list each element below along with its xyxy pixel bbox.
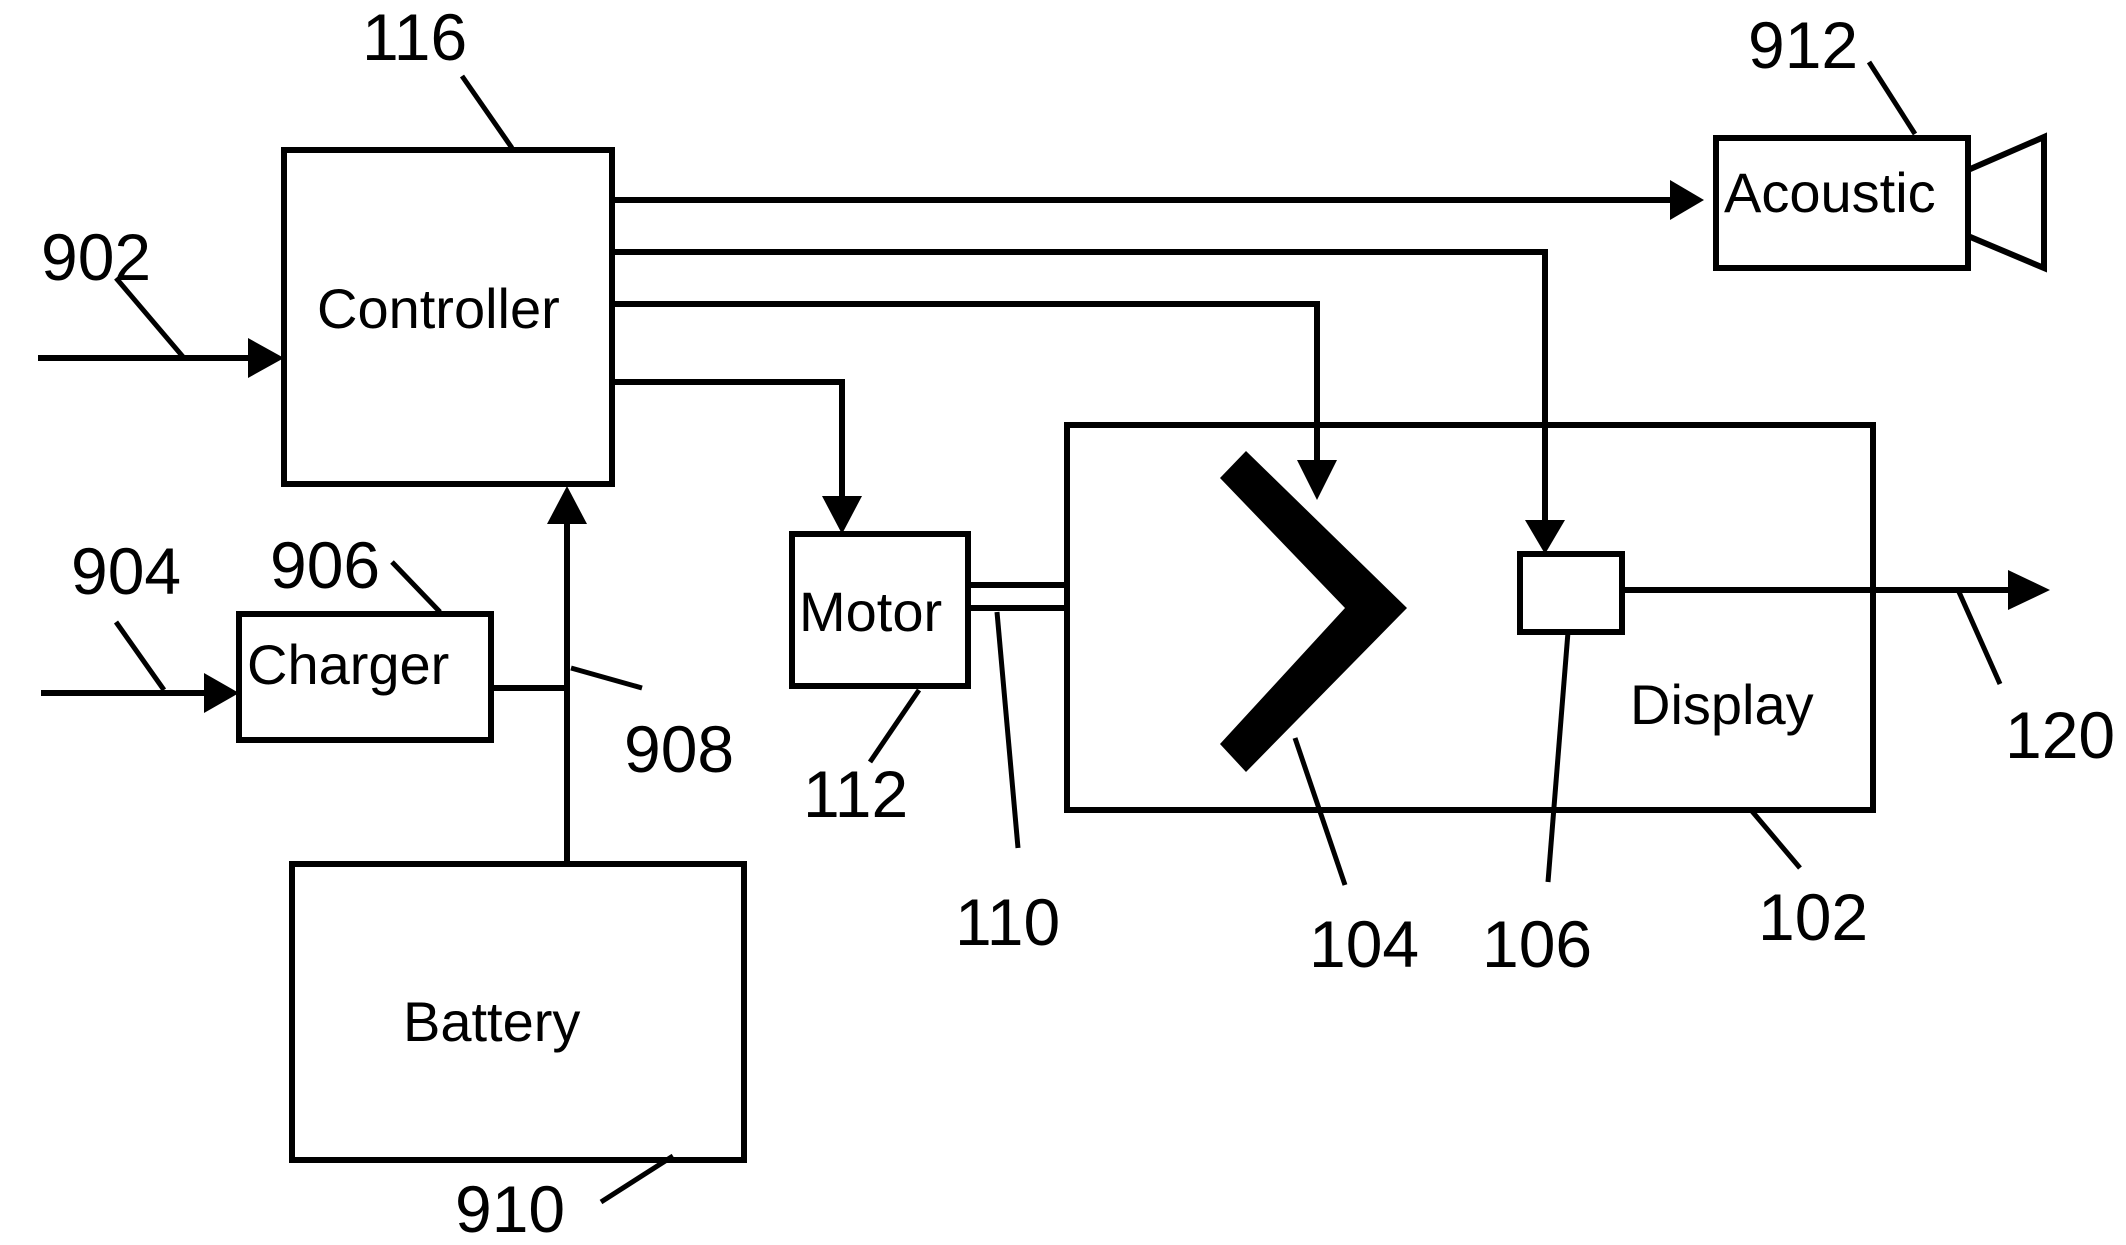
controller-label: Controller: [317, 277, 560, 340]
block-diagram: Controller 116 902 Acoustic 912 Charger …: [38, 0, 2115, 1245]
battery-block: Battery: [289, 861, 747, 1163]
leader-110: [994, 611, 1021, 849]
motor-block: Motor: [789, 531, 971, 689]
wire-controller-sensor: [612, 249, 1548, 522]
chevron-reflector-icon: [1220, 451, 1407, 772]
leader-112: [867, 688, 922, 764]
arrowhead-controller-power: [547, 486, 587, 524]
acoustic-label: Acoustic: [1724, 161, 1936, 224]
wire-controller-motor: [612, 379, 845, 500]
controller-block: Controller: [281, 147, 615, 487]
leader-904: [113, 620, 167, 692]
charger-block: Charger: [236, 611, 494, 743]
ref-904: 904: [71, 534, 181, 608]
speaker-icon: [1965, 132, 2047, 273]
acoustic-block: Acoustic: [1713, 132, 2047, 273]
leader-106: [1545, 631, 1571, 883]
arrowhead-reflector: [1297, 460, 1337, 500]
arrowhead-904: [204, 673, 239, 713]
arrowhead-output: [2008, 570, 2050, 610]
leader-908: [570, 665, 643, 691]
leader-120: [1956, 590, 2003, 686]
ref-908: 908: [624, 712, 734, 786]
leader-116: [459, 74, 515, 150]
ref-910: 910: [455, 1172, 565, 1245]
leader-912: [1866, 60, 1918, 136]
arrowhead-902: [248, 338, 284, 378]
charger-label: Charger: [247, 633, 449, 696]
motor-label: Motor: [799, 580, 942, 643]
ref-110: 110: [955, 885, 1060, 959]
ref-102: 102: [1758, 880, 1868, 954]
ref-112: 112: [803, 757, 908, 831]
display-box: [1064, 422, 1876, 813]
ref-116: 116: [362, 0, 467, 74]
arrowhead-motor: [822, 496, 862, 534]
ref-104: 104: [1309, 907, 1419, 981]
arrowhead-acoustic: [1670, 180, 1704, 220]
leader-102: [1749, 808, 1802, 870]
arrowhead-sensor: [1525, 520, 1565, 554]
ref-902: 902: [41, 220, 151, 294]
display-label: Display: [1630, 673, 1814, 736]
leader-906: [390, 560, 442, 614]
shaft: [968, 582, 1067, 611]
ref-906: 906: [270, 528, 380, 602]
sensor-box: [1517, 551, 1625, 635]
battery-label: Battery: [403, 990, 580, 1053]
ref-106: 106: [1482, 907, 1592, 981]
ref-120: 120: [2005, 698, 2115, 772]
ref-912: 912: [1748, 8, 1858, 82]
display-block: Display: [1064, 422, 1876, 813]
